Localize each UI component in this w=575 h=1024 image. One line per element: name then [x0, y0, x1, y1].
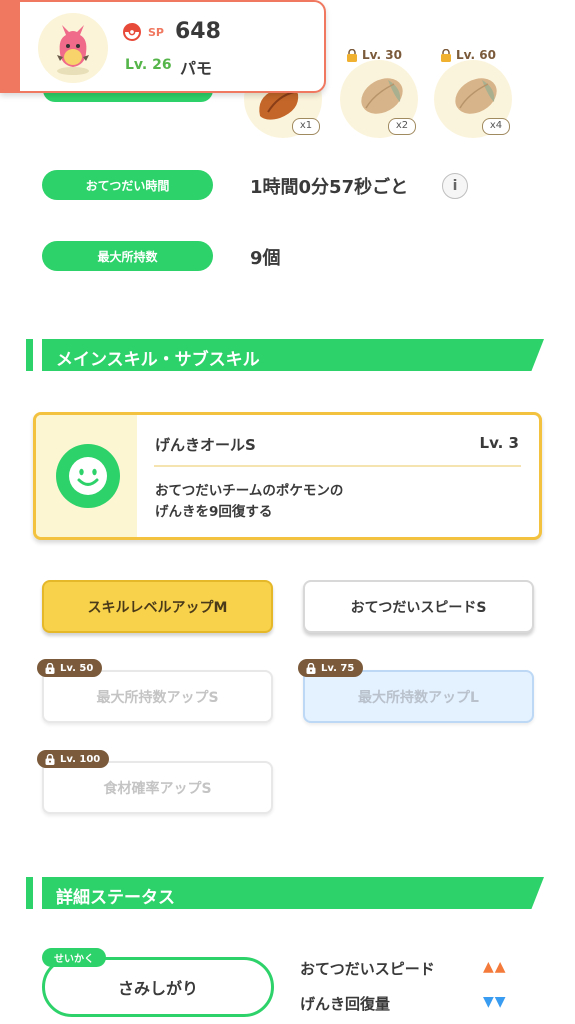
sub-skill-lock-badge: Lv. 50 [37, 659, 103, 677]
max-carry-label: 最大所持数 [42, 241, 213, 271]
sub-skill-button-1[interactable]: スキルレベルアップM [42, 580, 273, 633]
nature-tag: せいかく [42, 948, 106, 967]
section-bar [26, 339, 33, 371]
main-skill-name: げんきオールS [155, 436, 256, 454]
info-icon[interactable]: i [442, 173, 468, 199]
ingredient-multiplier: x2 [388, 118, 416, 135]
pokemon-name: パモ [180, 59, 213, 78]
description-line: げんきを9回復する [155, 504, 273, 520]
divider [154, 465, 521, 467]
skills-section-header: メインスキル・サブスキル [26, 339, 544, 371]
pokeball-icon [123, 23, 141, 41]
sub-skill-button-3[interactable]: 最大所持数アップS [42, 670, 273, 723]
nature-down-effect: げんき回復量 [300, 995, 391, 1013]
lock-level: Lv. 60 [456, 48, 496, 62]
section-title: メインスキル・サブスキル [56, 350, 260, 370]
sub-skill-button-4[interactable]: 最大所持数アップL [303, 670, 534, 723]
ingredient-multiplier: x4 [482, 118, 510, 135]
sp-value: 648 [175, 19, 221, 44]
ingredient-lock: Lv. 60 [440, 48, 496, 62]
sp-label: SP [148, 26, 164, 39]
sub-skill-button-5[interactable]: 食材確率アップS [42, 761, 273, 814]
main-skill-level: Lv. 3 [479, 434, 519, 452]
main-skill-card[interactable]: げんきオールS Lv. 3 おてつだいチームのポケモンの げんきを9回復する [33, 412, 542, 540]
sub-skill-lock-badge: Lv. 100 [37, 750, 110, 768]
description-line: おてつだいチームのポケモンの [155, 483, 344, 499]
help-time-label: おてつだい時間 [42, 170, 213, 200]
skill-icon-area [36, 415, 137, 537]
details-section-header: 詳細ステータス [26, 877, 544, 909]
section-title: 詳細ステータス [56, 888, 175, 908]
main-skill-description: おてつだいチームのポケモンの げんきを9回復する [155, 481, 515, 523]
sub-skill-button-2[interactable]: おてつだいスピードS [303, 580, 534, 633]
lock-icon [306, 662, 316, 674]
lock-icon [441, 48, 451, 62]
ingredient-slot-2[interactable]: Lv. 30 x2 [340, 48, 418, 138]
lock-level: Lv. 50 [60, 662, 94, 674]
max-carry-value: 9個 [250, 248, 281, 269]
pokemon-header-card[interactable]: SP 648 Lv. 26 パモ [0, 0, 326, 93]
smile-icon [56, 444, 120, 508]
up-arrows-icon: ▲▲ [483, 959, 507, 975]
lock-level: Lv. 100 [60, 753, 101, 765]
lock-icon [45, 753, 55, 765]
lock-level: Lv. 75 [321, 662, 355, 674]
pokemon-avatar [38, 13, 108, 83]
pokemon-level: Lv. 26 [125, 57, 172, 73]
sub-skill-lock-badge: Lv. 75 [298, 659, 364, 677]
lock-icon [45, 662, 55, 674]
cacao-icon [455, 78, 497, 114]
cacao-icon [361, 78, 403, 114]
ingredient-slot-3[interactable]: Lv. 60 x4 [434, 48, 512, 138]
down-arrows-icon: ▼▼ [483, 994, 507, 1010]
lock-level: Lv. 30 [362, 48, 402, 62]
nature-up-effect: おてつだいスピード [300, 960, 435, 978]
section-bar [26, 877, 33, 909]
ingredient-lock: Lv. 30 [346, 48, 402, 62]
help-time-value: 1時間0分57秒ごと [250, 177, 409, 198]
ingredient-multiplier: x1 [292, 118, 320, 135]
lock-icon [347, 48, 357, 62]
